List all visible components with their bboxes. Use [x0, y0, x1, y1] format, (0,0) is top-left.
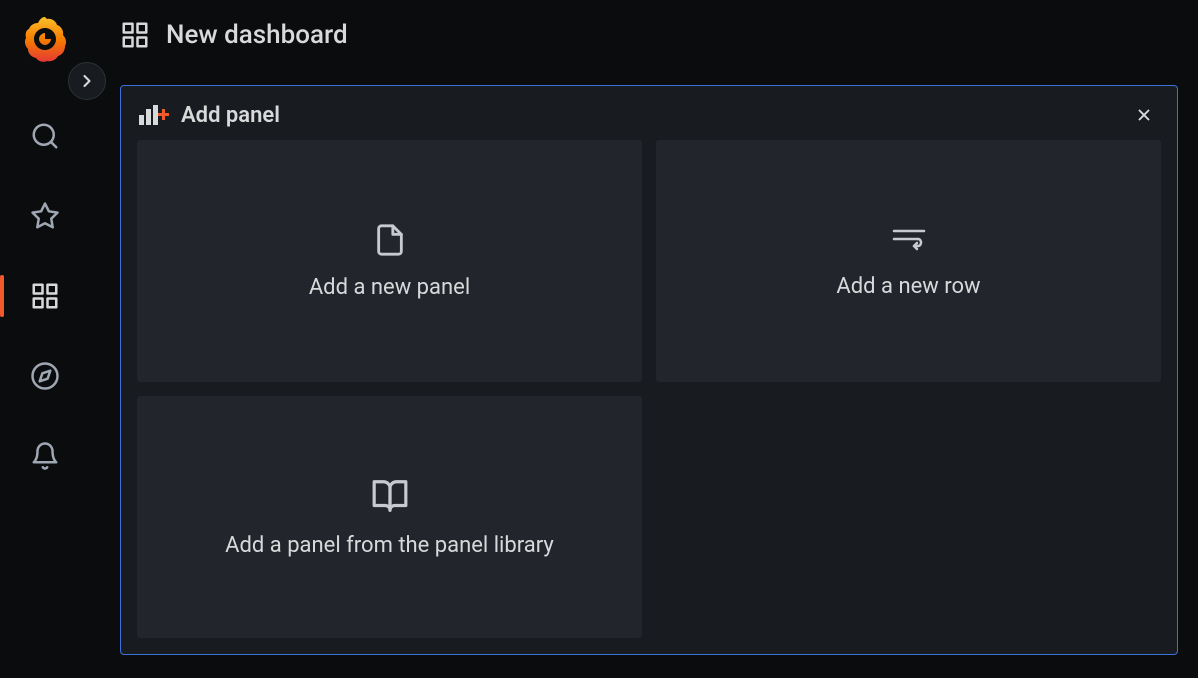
add-panel-card: Add panel Add a new panel — [120, 85, 1178, 655]
add-new-row-option[interactable]: Add a new row — [656, 140, 1161, 382]
option-label: Add a panel from the panel library — [225, 533, 554, 558]
nav-dashboards[interactable] — [20, 271, 70, 321]
file-icon — [373, 223, 407, 257]
star-icon — [30, 201, 60, 231]
main-area: New dashboard Add panel — [90, 0, 1198, 678]
content-area: Add panel Add a new panel — [90, 70, 1198, 678]
page-title: New dashboard — [166, 20, 348, 50]
card-header: Add panel — [133, 98, 1165, 136]
search-icon — [30, 121, 60, 151]
card-title: Add panel — [181, 103, 280, 128]
dashboard-icon — [120, 20, 150, 50]
empty-slot — [656, 396, 1161, 638]
chevron-right-icon — [77, 71, 97, 91]
add-new-panel-option[interactable]: Add a new panel — [137, 140, 642, 382]
page-header: New dashboard — [90, 0, 1198, 70]
grafana-logo[interactable] — [23, 15, 67, 63]
card-body: Add a new panel Add a new row — [133, 136, 1165, 642]
dashboard-icon — [30, 281, 60, 311]
book-icon — [371, 477, 409, 515]
nav-explore[interactable] — [20, 351, 70, 401]
close-button[interactable] — [1131, 102, 1157, 128]
sidebar-nav — [0, 0, 90, 678]
nav-search[interactable] — [20, 111, 70, 161]
nav-starred[interactable] — [20, 191, 70, 241]
option-label: Add a new panel — [309, 275, 470, 300]
close-icon — [1135, 106, 1153, 124]
add-panel-icon — [137, 103, 171, 127]
add-from-library-option[interactable]: Add a panel from the panel library — [137, 396, 642, 638]
nav-alerting[interactable] — [20, 431, 70, 481]
bell-icon — [30, 441, 60, 471]
sidebar-expand-button[interactable] — [68, 62, 106, 100]
option-label: Add a new row — [836, 274, 980, 299]
wrap-text-icon — [891, 224, 927, 256]
compass-icon — [30, 361, 60, 391]
